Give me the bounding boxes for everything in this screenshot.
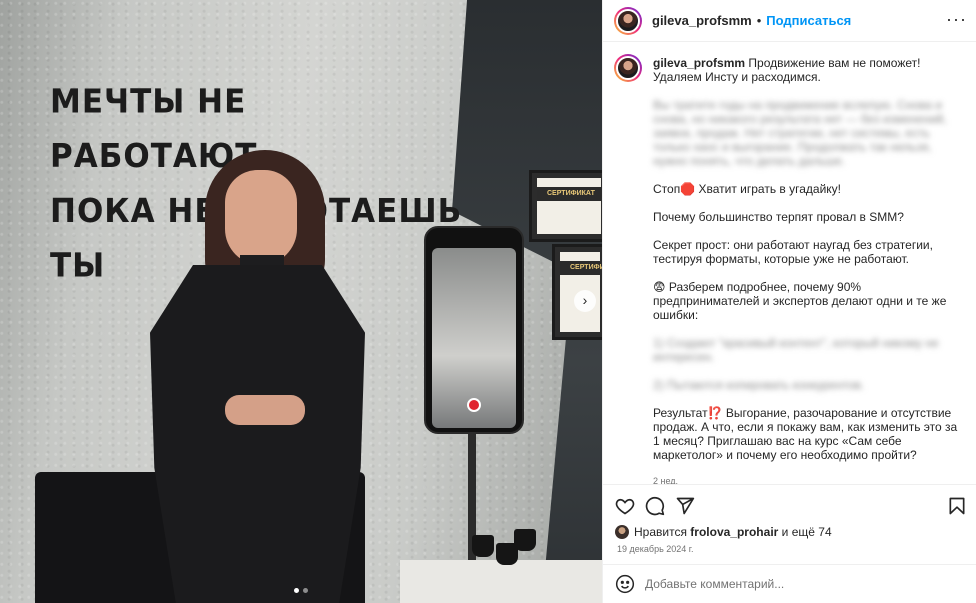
certificate-frame-1: СЕРТИФИКАТ — [529, 170, 602, 242]
carousel-dot-active — [294, 588, 299, 593]
caption-blurred-paragraph-1: Вы тратите годы на продвижение вслепую. … — [653, 98, 947, 168]
caption-blurred-paragraph-3: 2) Пытаются копировать конкурентов. — [653, 378, 865, 392]
carousel-dots — [294, 588, 308, 593]
record-button — [467, 398, 481, 412]
action-bar — [603, 486, 976, 526]
author-avatar[interactable] — [614, 6, 642, 35]
caption-text: gileva_profsmm Продвижение вам не поможе… — [653, 56, 958, 484]
more-options-icon[interactable]: ··· — [946, 10, 967, 28]
caption-area: gileva_profsmm Продвижение вам не поможе… — [603, 42, 976, 485]
heart-icon[interactable] — [615, 496, 635, 516]
caption-stop-line: Стоп🛑 Хватит играть в угадайку! — [653, 182, 841, 196]
post-header: gileva_profsmm • Подписаться ··· — [603, 0, 976, 42]
likes-prefix: Нравится — [634, 525, 687, 539]
post-media[interactable]: МЕЧТЫ НЕ РАБОТАЮТ, ПОКА НЕ РАБОТАЕШЬ ТЫ … — [0, 0, 602, 603]
comment-icon[interactable] — [645, 496, 665, 516]
likes-line: Нравится frolova_prohair и ещё 74 — [615, 525, 832, 539]
caption-blurred-paragraph-2: 1) Создают "красивый контент", который н… — [653, 336, 939, 364]
smile-icon[interactable] — [615, 574, 635, 594]
caption-secret: Секрет прост: они работают наугад без ст… — [653, 238, 933, 266]
phone-on-tripod — [424, 226, 524, 434]
comment-bar — [603, 564, 976, 603]
carousel-dot — [303, 588, 308, 593]
header-separator: • — [756, 13, 762, 28]
caption-analysis: 😨 Разберем подробнее, почему 90% предпри… — [653, 280, 947, 322]
likes-count[interactable]: и ещё 74 — [782, 525, 832, 539]
post-side-panel: gileva_profsmm • Подписаться ··· gileva_… — [602, 0, 976, 603]
liker-avatar[interactable] — [615, 525, 629, 539]
certificate-label-2: СЕРТИФИКА — [560, 261, 602, 275]
post-date: 19 декабрь 2024 г. — [617, 544, 694, 554]
certificate-label-1: СЕРТИФИКАТ — [537, 187, 601, 201]
chevron-right-icon[interactable]: › — [574, 290, 596, 312]
caption-question: Почему большинство терпят провал в SMM? — [653, 210, 904, 224]
caption-timestamp[interactable]: 2 нед. — [653, 474, 958, 484]
bookmark-icon[interactable] — [947, 496, 967, 516]
woman-figure — [150, 150, 380, 603]
comment-input[interactable] — [645, 577, 945, 591]
coffee-cups — [470, 525, 540, 575]
follow-button[interactable]: Подписаться — [766, 13, 851, 28]
share-icon[interactable] — [675, 496, 695, 516]
author-username[interactable]: gileva_profsmm — [652, 13, 752, 28]
liker-username[interactable]: frolova_prohair — [690, 525, 778, 539]
caption-avatar[interactable] — [614, 54, 642, 82]
caption-result: Результат⁉️ Выгорание, разочарование и о… — [653, 406, 958, 462]
caption-username[interactable]: gileva_profsmm — [653, 56, 745, 70]
